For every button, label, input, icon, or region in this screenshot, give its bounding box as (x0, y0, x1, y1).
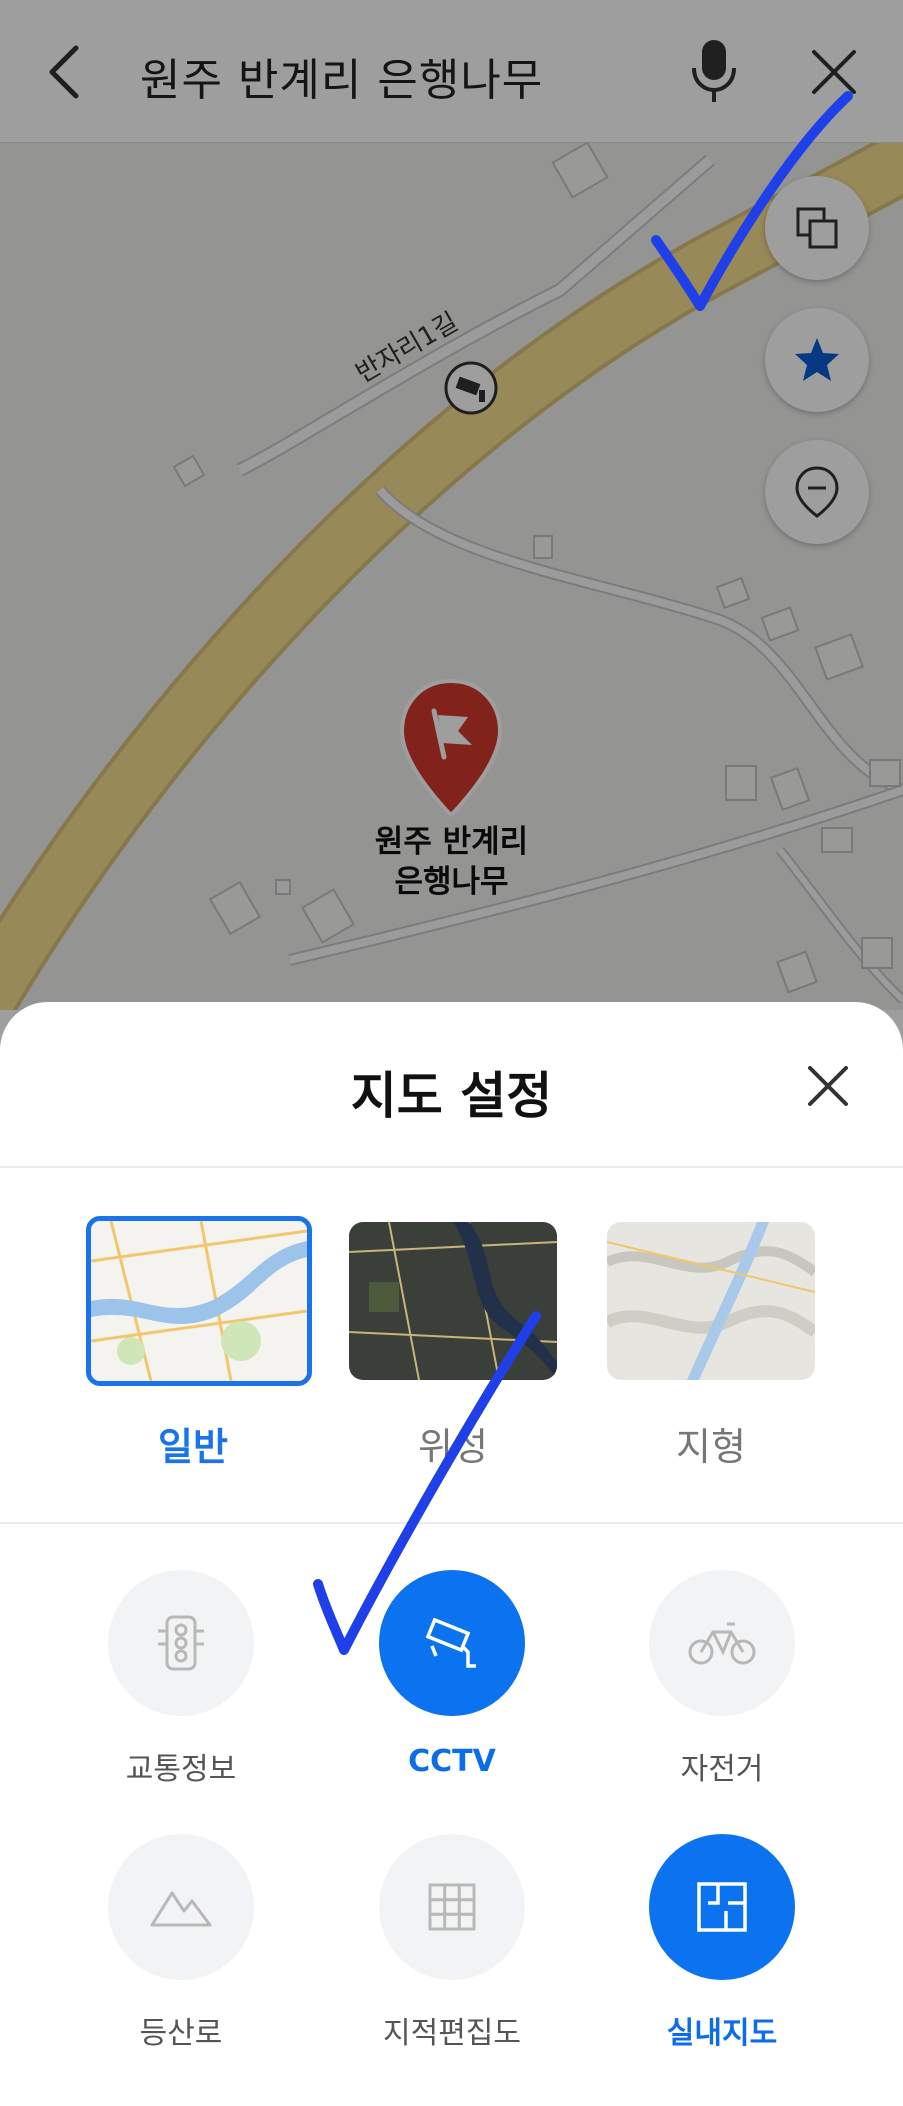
option-circle (649, 1834, 795, 1980)
search-bar: 원주 반계리 은행나무 (0, 0, 903, 143)
maptype-label: 지형 (676, 1425, 746, 1469)
maptype-label: 위성 (418, 1425, 488, 1469)
option-circle (379, 1570, 525, 1716)
place-label: 원주 반계리 은행나무 (330, 822, 573, 902)
favorite-button[interactable] (765, 308, 869, 412)
search-query[interactable]: 원주 반계리 은행나무 (140, 44, 543, 108)
star-icon (795, 338, 839, 381)
maptype-satellite[interactable]: 위성 (346, 1222, 560, 1471)
maptype-terrain[interactable]: 지형 (604, 1222, 818, 1471)
place-marker-icon[interactable] (396, 675, 506, 825)
grid-icon (428, 1883, 476, 1931)
option-label: 지적편집도 (383, 2016, 521, 2051)
maptype-normal[interactable]: 일반 (86, 1216, 312, 1471)
microphone-icon[interactable] (686, 36, 742, 106)
place-label-line1: 원주 반계리 (374, 824, 529, 860)
map-view[interactable]: 반자리1길 원주 반계리 은행나무 원주 반계리 은행나무 (0, 0, 903, 1010)
option-label: 교통정보 (125, 1752, 237, 1787)
normal-map-thumbnail (86, 1216, 312, 1386)
option-traffic[interactable]: 교통정보 (81, 1570, 281, 1788)
option-circle (379, 1834, 525, 1980)
location-pin-icon (795, 466, 839, 518)
option-cadastral[interactable]: 지적편집도 (352, 1834, 552, 2052)
mountain-icon (150, 1891, 212, 1927)
option-label: 실내지도 (666, 2016, 778, 2051)
option-label: 자전거 (680, 1752, 764, 1787)
cctv-map-icon[interactable] (443, 360, 499, 416)
terrain-map-thumbnail (607, 1222, 815, 1380)
divider (0, 1522, 903, 1524)
sheet-close-icon[interactable] (806, 1064, 850, 1108)
back-arrow-icon[interactable] (44, 42, 84, 102)
layers-icon (796, 207, 838, 249)
satellite-map-thumbnail (349, 1222, 557, 1380)
cctv-icon (425, 1617, 476, 1668)
close-icon[interactable] (808, 46, 860, 98)
my-places-button[interactable] (765, 440, 869, 544)
option-circle (108, 1570, 254, 1716)
option-hiking[interactable]: 등산로 (81, 1834, 281, 2052)
floorplan-icon (697, 1882, 747, 1932)
divider (0, 1166, 903, 1168)
place-label-line2: 은행나무 (394, 864, 509, 900)
sheet-title: 지도 설정 (350, 1067, 553, 1125)
option-circle (108, 1834, 254, 1980)
layers-button[interactable] (765, 176, 869, 280)
option-label: 등산로 (139, 2016, 223, 2051)
bicycle-icon (688, 1622, 756, 1665)
maptype-label: 일반 (158, 1425, 228, 1469)
option-label: CCTV (408, 1744, 496, 1779)
option-cctv[interactable]: CCTV (352, 1570, 552, 1779)
option-indoor[interactable]: 실내지도 (622, 1834, 822, 2052)
traffic-light-icon (158, 1615, 204, 1671)
map-settings-sheet: 지도 설정 일반 위성 지형 교통정보 CCTV 자전거 등산로 지적편집도 실… (0, 1002, 903, 2106)
option-bicycle[interactable]: 자전거 (622, 1570, 822, 1788)
option-circle (649, 1570, 795, 1716)
